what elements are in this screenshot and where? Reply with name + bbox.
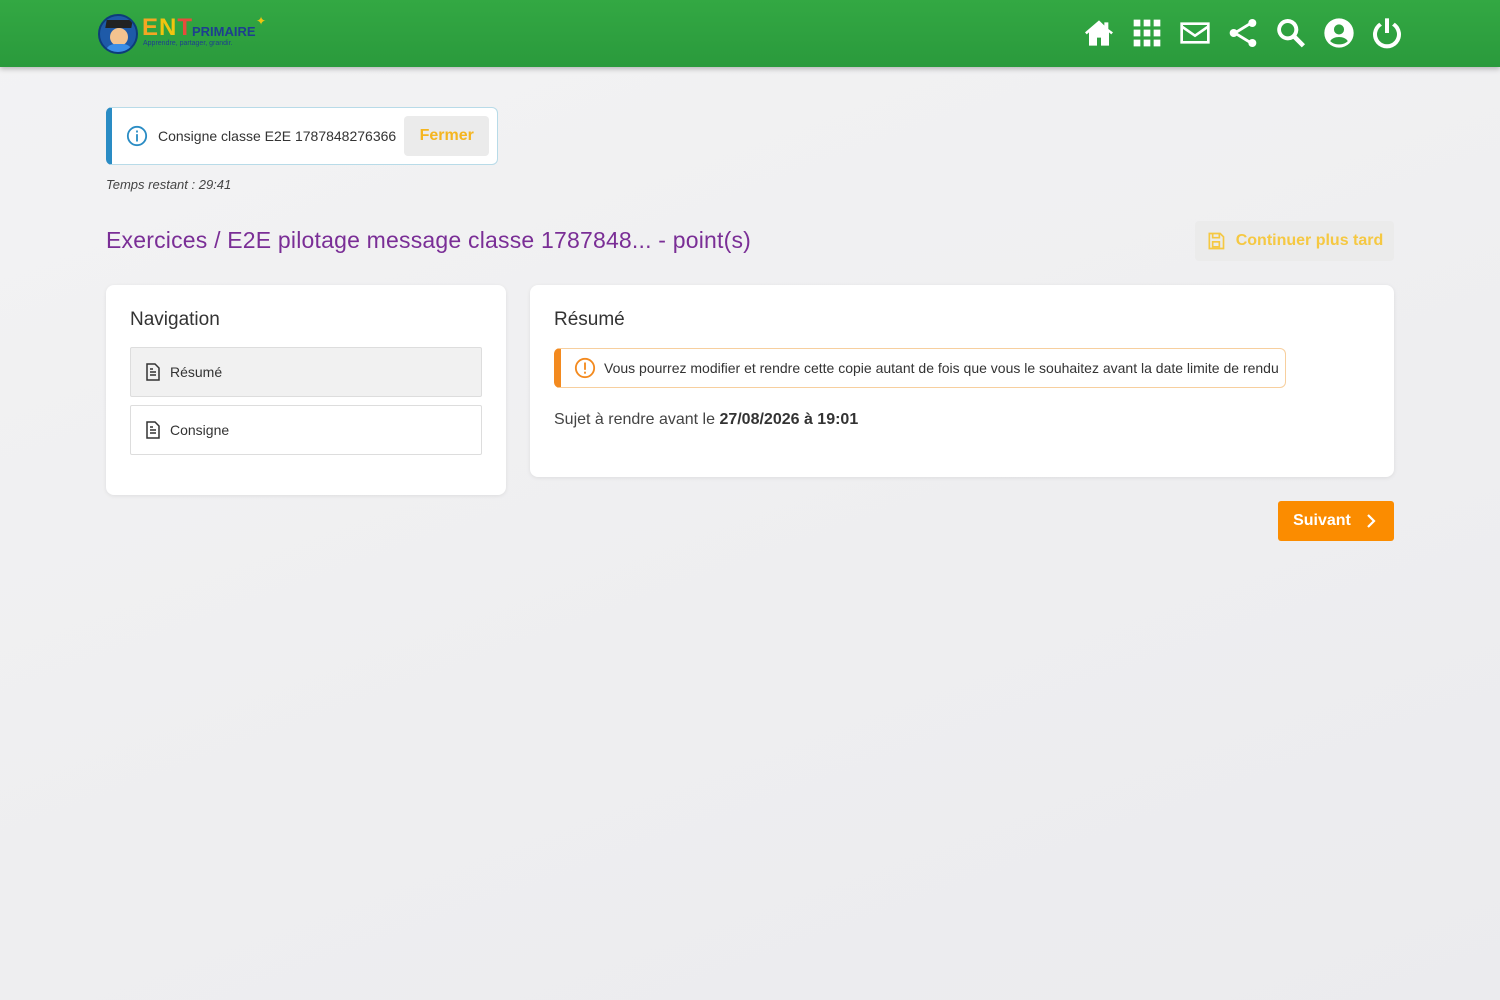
- header-nav: [1083, 14, 1403, 52]
- summary-title: Résumé: [554, 309, 625, 330]
- next-label: Suivant: [1293, 512, 1351, 529]
- continue-later-label: Continuer plus tard: [1235, 232, 1384, 249]
- instruction-banner: Consigne classe E2E 1787848276366 Fermer: [106, 107, 498, 165]
- save-icon: [1208, 232, 1225, 250]
- power-icon[interactable]: [1371, 14, 1403, 52]
- logo-product: PRIMAIRE: [192, 24, 256, 39]
- nav-item-consigne[interactable]: Consigne: [130, 405, 482, 455]
- apps-grid-icon[interactable]: [1131, 14, 1163, 52]
- navigation-card: Navigation Résumé Consigne: [106, 285, 506, 495]
- chevron-right-icon: [1367, 514, 1376, 528]
- continue-later-button[interactable]: Continuer plus tard: [1195, 221, 1394, 261]
- share-icon[interactable]: [1227, 14, 1259, 52]
- ent-logo[interactable]: ENT PRIMAIRE Apprendre, partager, grandi…: [96, 12, 271, 56]
- top-bar: ENT PRIMAIRE Apprendre, partager, grandi…: [0, 0, 1500, 67]
- nav-item-resume[interactable]: Résumé: [130, 347, 482, 397]
- warning-text: Vous pourrez modifier et rendre cette co…: [604, 360, 1279, 376]
- document-icon: [146, 363, 160, 381]
- logo-tagline: Apprendre, partager, grandir.: [143, 40, 233, 47]
- nav-item-label: Résumé: [170, 364, 223, 380]
- deadline-text: Sujet à rendre avant le 27/08/2026 à 19:…: [554, 411, 858, 429]
- logo-avatar: [98, 14, 138, 54]
- deadline-date: 27/08/2026 à 19:01: [719, 411, 859, 428]
- document-icon: [146, 421, 160, 439]
- warning-message: Vous pourrez modifier et rendre cette co…: [554, 348, 1286, 388]
- home-icon[interactable]: [1083, 14, 1115, 52]
- search-icon[interactable]: [1275, 14, 1307, 52]
- time-remaining: Temps restant : 29:41: [106, 177, 232, 192]
- summary-card: Résumé Vous pourrez modifier et rendre c…: [530, 285, 1394, 477]
- next-button[interactable]: Suivant: [1278, 501, 1394, 541]
- info-icon: [126, 125, 148, 147]
- page-title: Exercices / E2E pilotage message classe …: [106, 227, 752, 253]
- account-icon[interactable]: [1323, 14, 1355, 52]
- banner-text: Consigne classe E2E 1787848276366: [158, 128, 397, 144]
- spark-icon: ✦: [256, 14, 267, 28]
- logo-brand: ENT: [142, 14, 194, 41]
- deadline-prefix: Sujet à rendre avant le: [554, 411, 720, 428]
- mail-icon[interactable]: [1179, 14, 1211, 52]
- nav-item-label: Consigne: [170, 422, 230, 438]
- close-banner-button[interactable]: Fermer: [404, 116, 490, 156]
- navigation-title: Navigation: [130, 309, 220, 330]
- warning-icon: [574, 357, 596, 379]
